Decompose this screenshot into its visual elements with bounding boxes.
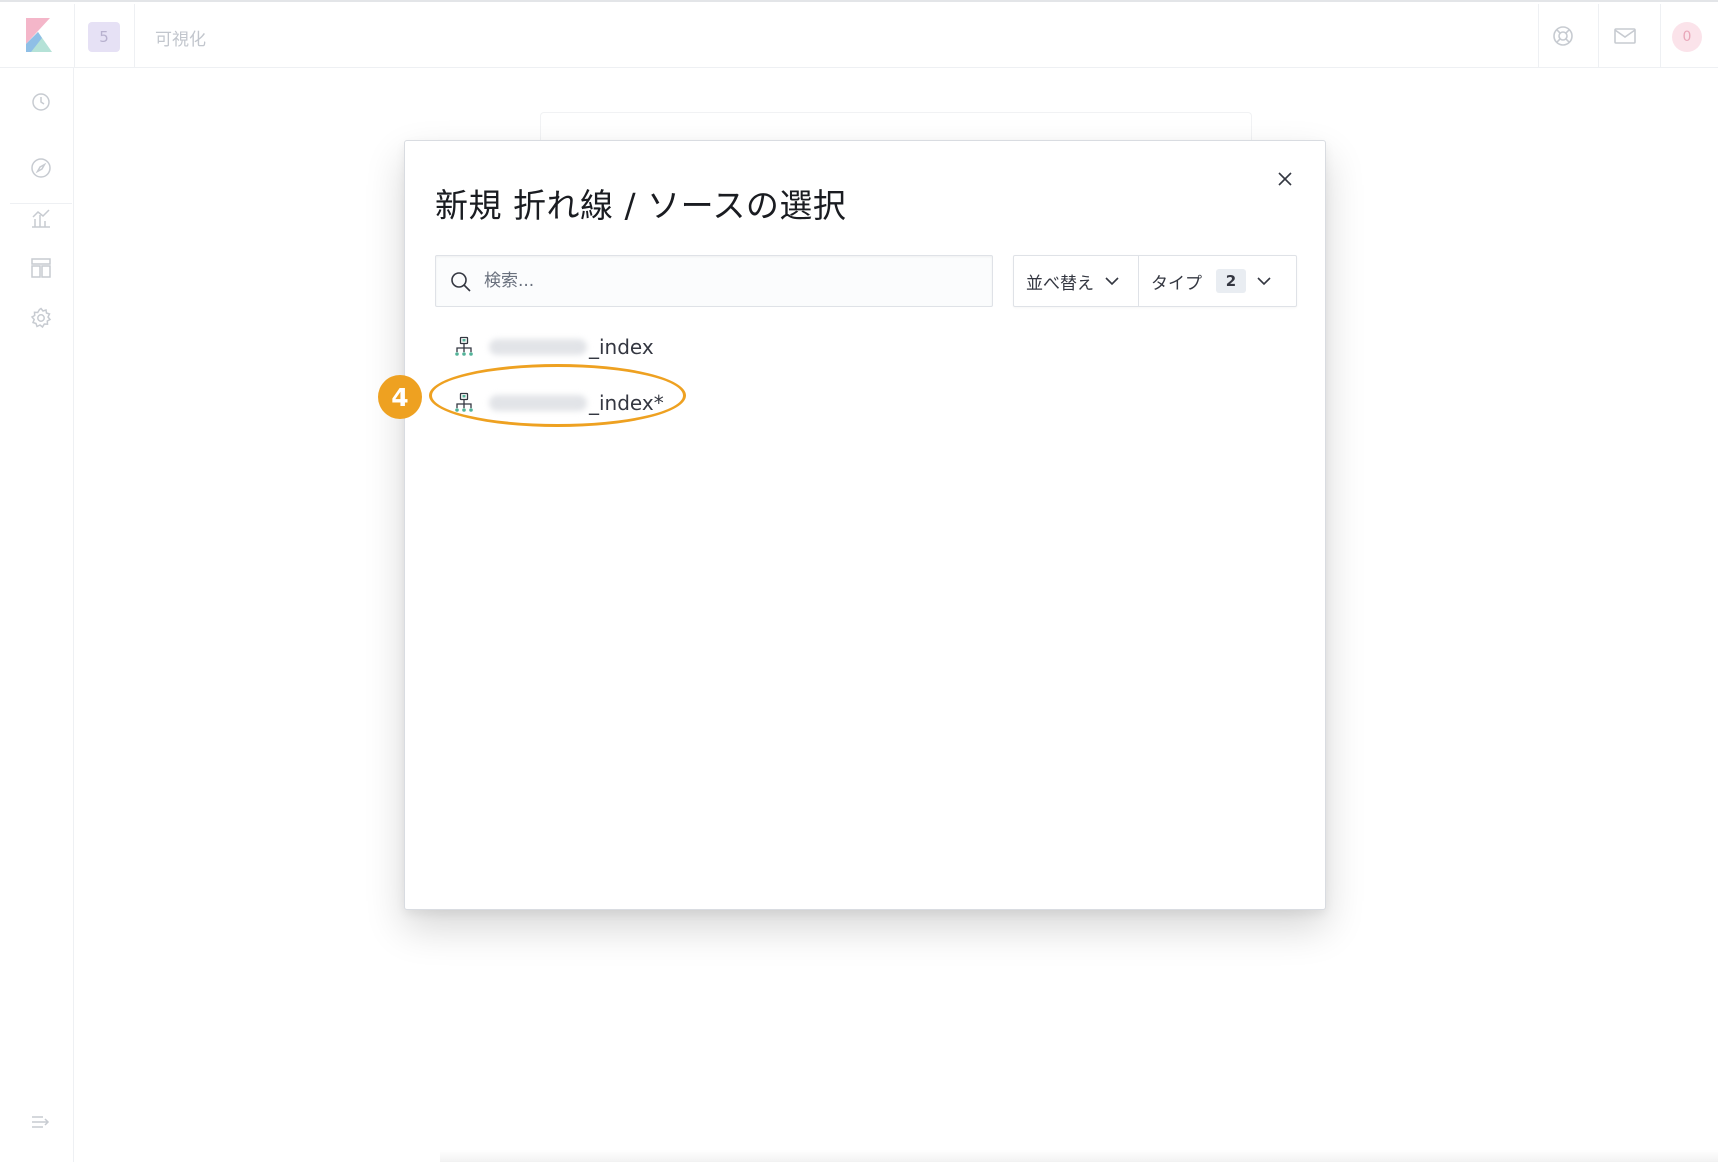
space-avatar[interactable]: 5 xyxy=(88,22,120,52)
close-icon xyxy=(1278,172,1292,186)
header-divider xyxy=(1598,4,1599,68)
kibana-logo-icon[interactable] xyxy=(26,18,56,52)
index-pattern-icon xyxy=(455,336,473,356)
modal-title: 新規 折れ線 / ソースの選択 xyxy=(435,186,847,225)
discover-compass-icon[interactable] xyxy=(27,154,55,182)
index-name: _index xyxy=(589,335,654,359)
sort-label: 並べ替え xyxy=(1026,273,1094,294)
top-header: 5 可視化 0 xyxy=(0,0,1718,68)
type-count-badge: 2 xyxy=(1216,269,1246,293)
new-visualization-source-modal: 新規 折れ線 / ソースの選択 並べ替え タイプ 2 xyxy=(404,140,1326,910)
bottom-shadow xyxy=(440,1150,1718,1162)
chevron-down-icon xyxy=(1257,277,1271,286)
collapse-nav-icon[interactable] xyxy=(27,1108,55,1136)
help-lifebuoy-icon[interactable] xyxy=(1547,20,1579,52)
dashboard-icon[interactable] xyxy=(27,254,55,282)
chevron-down-icon xyxy=(1105,277,1119,286)
search-field[interactable] xyxy=(435,255,993,307)
user-avatar[interactable]: 0 xyxy=(1672,22,1702,52)
search-icon xyxy=(451,272,471,292)
type-filter-button[interactable]: タイプ 2 xyxy=(1139,256,1296,306)
type-label: タイプ xyxy=(1151,273,1202,294)
visualize-chart-icon[interactable] xyxy=(27,204,55,232)
redacted-name-prefix xyxy=(489,339,587,355)
header-divider xyxy=(74,4,75,68)
header-divider xyxy=(134,4,135,68)
newsfeed-mail-icon[interactable] xyxy=(1609,20,1641,52)
breadcrumb[interactable]: 可視化 xyxy=(155,25,206,50)
filter-group: 並べ替え タイプ 2 xyxy=(1013,255,1297,307)
header-divider xyxy=(1538,4,1539,68)
annotation-highlight-ellipse xyxy=(429,364,686,427)
search-input[interactable] xyxy=(484,256,984,306)
recently-viewed-clock-icon[interactable] xyxy=(27,88,55,116)
header-divider xyxy=(1660,4,1661,68)
management-gear-icon[interactable] xyxy=(27,304,55,332)
close-button[interactable] xyxy=(1271,165,1299,193)
annotation-step-badge: 4 xyxy=(378,375,422,419)
side-navigation xyxy=(0,68,74,1162)
sort-button[interactable]: 並べ替え xyxy=(1014,256,1139,306)
